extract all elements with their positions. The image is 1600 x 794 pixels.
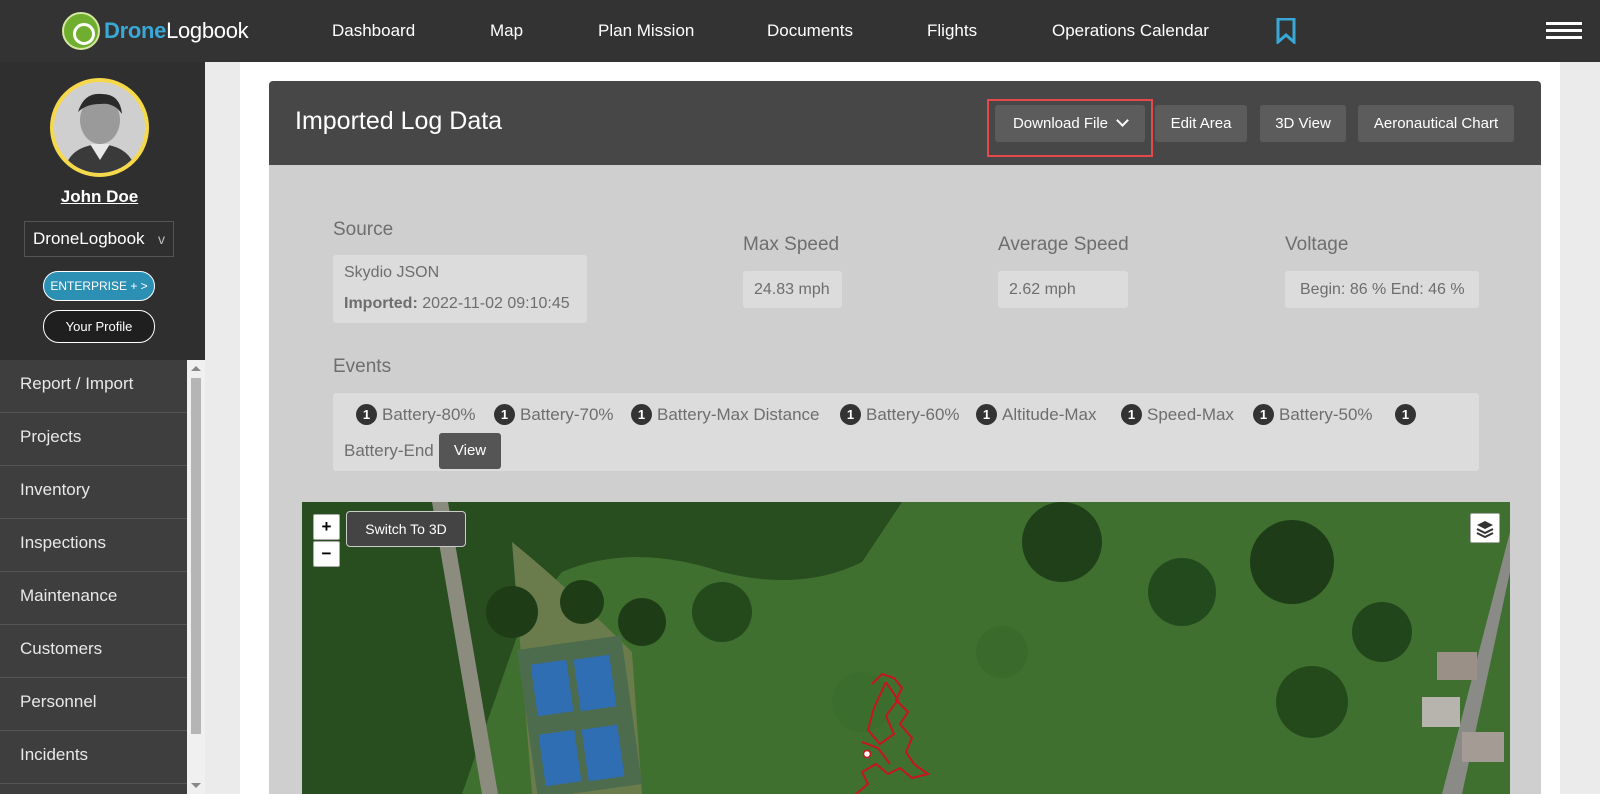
nav-flights[interactable]: Flights [927, 0, 977, 62]
imported-value: 2022-11-02 09:10:45 [422, 295, 570, 312]
sidebar-item-incidents[interactable]: Incidents [0, 731, 187, 784]
max-speed-label: Max Speed [743, 234, 840, 255]
chevron-down-icon [1116, 114, 1129, 127]
chevron-down-icon: v [158, 231, 165, 247]
events-list: 1 Battery-80% 1 Battery-70% 1 Battery-Max D… [333, 393, 1479, 471]
avatar[interactable] [50, 78, 149, 177]
top-navbar: DroneLogbook Dashboard Map Plan Mission … [0, 0, 1600, 62]
bookmark-icon[interactable] [1276, 18, 1296, 44]
3d-view-button[interactable]: 3D View [1260, 105, 1346, 142]
switch-to-3d-button[interactable]: Switch To 3D [346, 511, 466, 547]
zoom-out-button[interactable]: − [313, 541, 340, 567]
imported-label: Imported: [344, 295, 418, 312]
satellite-imagery [302, 502, 1510, 794]
nav-dashboard[interactable]: Dashboard [332, 0, 415, 62]
event-item: 1 Battery-70% [494, 403, 614, 427]
sidebar-item-inspections[interactable]: Inspections [0, 519, 187, 572]
event-item: Battery-End [344, 441, 434, 460]
download-file-label: Download File [1012, 115, 1109, 132]
event-item: 1 Speed-Max [1121, 403, 1234, 427]
aeronautical-chart-button[interactable]: Aeronautical Chart [1358, 105, 1514, 142]
sidebar-item-maintenance[interactable]: Maintenance [0, 572, 187, 625]
scrollbar-thumb[interactable] [191, 378, 201, 734]
sidebar-menu: Report / Import Projects Inventory Inspe… [0, 360, 187, 794]
average-speed-value: 2.62 mph [998, 271, 1128, 308]
hamburger-icon[interactable] [1546, 22, 1582, 40]
event-item: 1 Battery-Max Distance [631, 403, 820, 427]
average-speed-label: Average Speed [998, 234, 1129, 255]
max-speed-value: 24.83 mph [743, 271, 842, 308]
nav-operations-calendar[interactable]: Operations Calendar [1052, 0, 1209, 62]
voltage-label: Voltage [1285, 234, 1349, 255]
source-box: Skydio JSON Imported: 2022-11-02 09:10:4… [333, 255, 587, 323]
download-file-button[interactable]: Download File [995, 105, 1145, 142]
sidebar-scrollbar[interactable] [187, 360, 205, 794]
edit-area-button[interactable]: Edit Area [1155, 105, 1247, 142]
user-name-link[interactable]: John Doe [0, 187, 199, 207]
flight-map[interactable]: + − Switch To 3D [302, 502, 1510, 794]
zoom-in-button[interactable]: + [313, 514, 340, 540]
source-value: Skydio JSON [344, 264, 440, 281]
logo-text: DroneLogbook [104, 18, 249, 43]
event-item: 1 Altitude-Max [976, 403, 1096, 427]
panel-header: Imported Log Data Download File Edit Are… [269, 81, 1541, 165]
company-select[interactable]: DroneLogbook v [24, 221, 174, 257]
page-title: Imported Log Data [295, 107, 503, 135]
sidebar-item-inventory[interactable]: Inventory [0, 466, 187, 519]
enterprise-button[interactable]: ENTERPRISE + > [43, 271, 155, 301]
imported-line: Imported: 2022-11-02 09:10:45 [344, 295, 570, 313]
logo-icon [62, 12, 100, 50]
events-label: Events [333, 356, 392, 377]
event-item: 1 Battery-50% [1253, 403, 1373, 427]
your-profile-button[interactable]: Your Profile [43, 310, 155, 343]
company-select-value: DroneLogbook [33, 229, 145, 248]
view-events-button[interactable]: View [439, 433, 501, 469]
event-item: 1 Battery-80% [356, 403, 476, 427]
sidebar-item-projects[interactable]: Projects [0, 413, 187, 466]
source-label: Source [333, 219, 394, 240]
scroll-up-icon[interactable] [191, 366, 201, 371]
sidebar-item-personnel[interactable]: Personnel [0, 678, 187, 731]
event-item-count: 1 [1395, 403, 1421, 427]
nav-map[interactable]: Map [490, 0, 523, 62]
layers-icon[interactable] [1470, 513, 1500, 543]
voltage-value: Begin: 86 % End: 46 % [1285, 271, 1479, 308]
scroll-down-icon[interactable] [191, 783, 201, 788]
app-logo[interactable]: DroneLogbook [62, 10, 249, 52]
sidebar-item-report-import[interactable]: Report / Import [0, 360, 187, 413]
event-item: 1 Battery-60% [840, 403, 960, 427]
nav-documents[interactable]: Documents [767, 0, 853, 62]
nav-plan-mission[interactable]: Plan Mission [598, 0, 694, 62]
sidebar-item-customers[interactable]: Customers [0, 625, 187, 678]
